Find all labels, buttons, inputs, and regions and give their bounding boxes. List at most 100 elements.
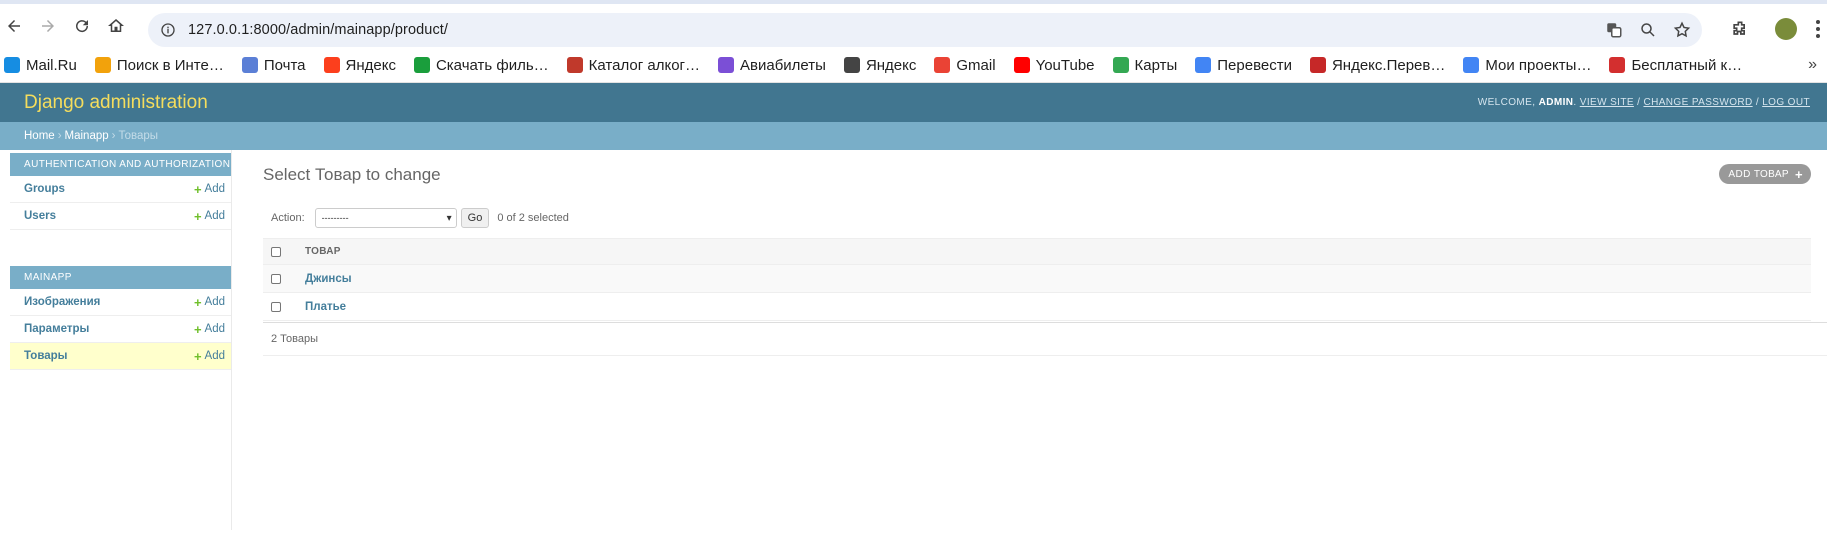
sidebar-item-label[interactable]: Изображения: [24, 296, 100, 308]
maps-icon: [1112, 57, 1129, 73]
home-icon[interactable]: [102, 12, 130, 40]
sidebar-item-groups: Groups + Add: [10, 176, 231, 203]
column-header[interactable]: Товар: [305, 246, 341, 257]
bookmark-item[interactable]: Почта: [241, 57, 306, 74]
action-select[interactable]: --------- ▾: [314, 208, 457, 228]
yandex-translate-icon: [1309, 57, 1326, 73]
result-list: Товар Джинсы Платье: [263, 238, 1811, 321]
page-title: Select Товар to change: [263, 165, 441, 184]
breadcrumb: Home › Mainapp › Товары: [0, 122, 1827, 150]
breadcrumb-separator: ›: [57, 130, 62, 142]
bookmark-star-icon[interactable]: [1672, 20, 1692, 40]
translate-icon: [1195, 57, 1212, 73]
table-row: Джинсы: [263, 265, 1811, 293]
plus-icon: +: [193, 348, 202, 364]
bookmark-item[interactable]: Бесплатный к…: [1609, 57, 1742, 74]
globe-icon: [843, 57, 860, 73]
change-password-link[interactable]: Change password: [1643, 97, 1752, 108]
gmail-icon: [934, 57, 951, 73]
sidebar-item-label[interactable]: Users: [24, 210, 56, 222]
forward-icon[interactable]: [34, 12, 62, 40]
download-icon: [413, 57, 430, 73]
log-out-link[interactable]: Log out: [1762, 97, 1810, 108]
bookmark-item[interactable]: Поиск в Инте…: [94, 57, 224, 74]
main-area: Authentication and Authorization Groups …: [0, 150, 1827, 530]
bookmark-item[interactable]: Авиабилеты: [718, 57, 826, 74]
chevron-down-icon: ▾: [446, 212, 452, 224]
avatar[interactable]: [1775, 18, 1797, 40]
youtube-icon: [1013, 57, 1030, 73]
plus-icon: +: [193, 208, 202, 224]
breadcrumb-separator: ›: [111, 130, 116, 142]
breadcrumb-app[interactable]: Mainapp: [65, 130, 109, 142]
bookmark-item[interactable]: Перевести: [1195, 57, 1292, 74]
add-product-button[interactable]: Add Товар +: [1719, 164, 1811, 184]
admin-header: Django administration Welcome, admin. Vi…: [0, 83, 1827, 122]
bookmark-item[interactable]: Mail.Ru: [4, 57, 77, 74]
module-caption[interactable]: Mainapp: [10, 266, 231, 289]
table-row: Платье: [263, 293, 1811, 321]
zoom-icon[interactable]: [1638, 20, 1658, 40]
bookmark-item[interactable]: Яндекс.Перев…: [1309, 57, 1445, 74]
bookmarks-bar: Mail.Ru Поиск в Инте… Почта Яндекс Скачать ф…: [0, 48, 1827, 83]
extensions-icon[interactable]: [1725, 14, 1755, 44]
add-link[interactable]: + Add: [194, 182, 225, 197]
sidebar-item-users: Users + Add: [10, 203, 231, 230]
view-site-link[interactable]: View site: [1580, 97, 1634, 108]
add-link[interactable]: + Add: [194, 209, 225, 224]
nav-sidebar: Authentication and Authorization Groups …: [10, 150, 232, 530]
reload-icon[interactable]: [68, 12, 96, 40]
module-auth: Authentication and Authorization Groups …: [10, 153, 231, 230]
sidebar-item-images: Изображения + Add: [10, 289, 231, 316]
yandex-icon: [323, 57, 340, 73]
row-link[interactable]: Платье: [305, 301, 346, 313]
sidebar-item-params: Параметры + Add: [10, 316, 231, 343]
plus-icon: +: [1795, 166, 1803, 182]
sidebar-item-label[interactable]: Параметры: [24, 323, 89, 335]
sidebar-item-label[interactable]: Товары: [24, 350, 67, 362]
bookmark-item[interactable]: Gmail: [934, 57, 996, 74]
go-button[interactable]: Go: [460, 208, 490, 228]
select-all-checkbox[interactable]: [271, 246, 281, 257]
selected-count: 0 of 2 selected: [497, 212, 569, 224]
add-link[interactable]: + Add: [194, 322, 225, 337]
bookmark-item[interactable]: Карты: [1112, 57, 1177, 74]
welcome-text: Welcome,: [1477, 97, 1536, 108]
plus-icon: +: [193, 181, 202, 197]
avia-icon: [718, 57, 735, 73]
breadcrumb-home[interactable]: Home: [24, 130, 55, 142]
browser-toolbar: 127.0.0.1:8000/admin/mainapp/product/: [0, 4, 1827, 48]
bookmark-item[interactable]: Мои проекты…: [1463, 57, 1591, 74]
url-text[interactable]: 127.0.0.1:8000/admin/mainapp/product/: [188, 22, 448, 38]
module-mainapp: Mainapp Изображения + Add Параметры + Add …: [10, 266, 231, 370]
bookmark-item[interactable]: Каталог алког…: [566, 57, 700, 74]
sidebar-item-label[interactable]: Groups: [24, 183, 65, 195]
address-bar[interactable]: 127.0.0.1:8000/admin/mainapp/product/: [148, 13, 1702, 47]
bookmark-item[interactable]: Скачать филь…: [413, 57, 549, 74]
site-info-icon[interactable]: [158, 20, 178, 40]
username: admin: [1538, 97, 1574, 108]
mail-icon: [241, 57, 258, 73]
menu-kebab-icon[interactable]: [1813, 17, 1823, 41]
bookmark-item[interactable]: Яндекс: [843, 57, 916, 74]
plus-icon: +: [193, 321, 202, 337]
row-checkbox[interactable]: [271, 273, 281, 284]
sidebar-item-products: Товары + Add: [10, 343, 231, 370]
bookmark-item[interactable]: Яндекс: [323, 57, 396, 74]
bookmark-item[interactable]: YouTube: [1013, 57, 1095, 74]
back-icon[interactable]: [0, 12, 28, 40]
translate-page-icon[interactable]: [1604, 20, 1624, 40]
add-link[interactable]: + Add: [194, 349, 225, 364]
site-branding[interactable]: Django administration: [24, 92, 208, 114]
row-checkbox[interactable]: [271, 301, 281, 312]
module-caption[interactable]: Authentication and Authorization: [10, 153, 231, 176]
l-icon: [1609, 57, 1626, 73]
actions-bar: Action: --------- ▾ Go 0 of 2 selected: [263, 208, 569, 228]
user-tools: Welcome, admin. View site / Change passw…: [1477, 97, 1810, 108]
chevron-right-icon[interactable]: »: [1808, 56, 1817, 74]
row-link[interactable]: Джинсы: [305, 273, 352, 285]
add-link[interactable]: + Add: [194, 295, 225, 310]
winelab-icon: [566, 57, 583, 73]
plus-icon: +: [193, 294, 202, 310]
action-label: Action:: [271, 212, 305, 224]
